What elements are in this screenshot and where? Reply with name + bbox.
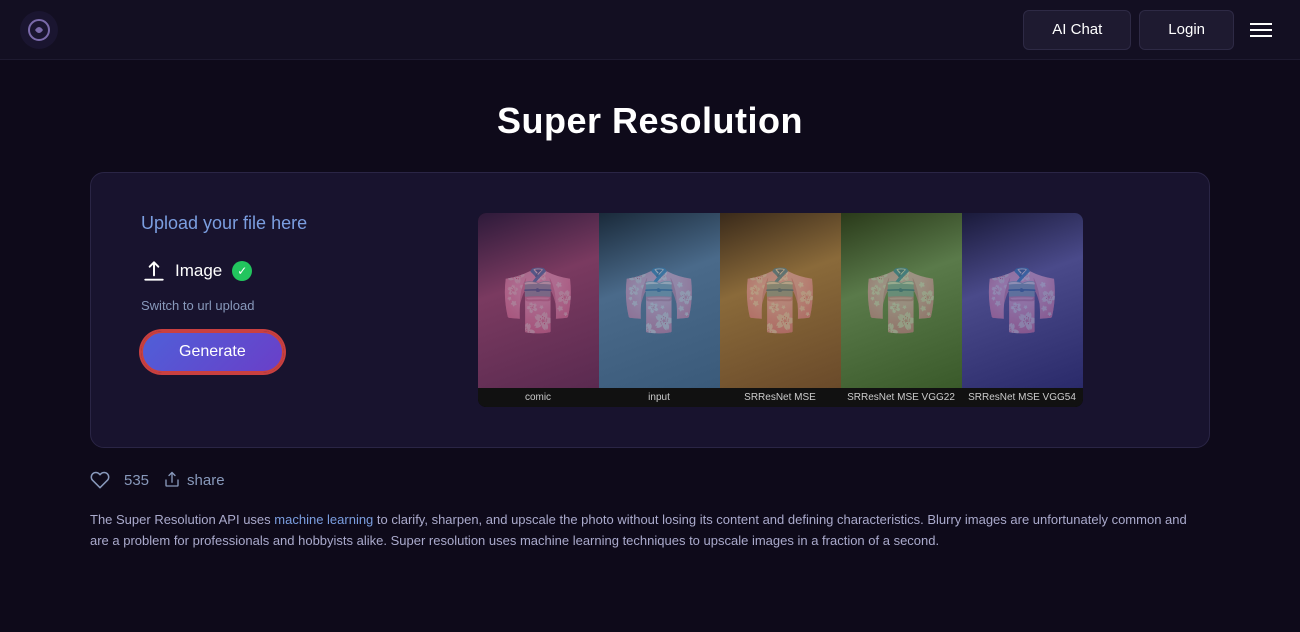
image-cell-input: 👘	[599, 213, 720, 388]
image-cell-srresnet-mse: 👘	[720, 213, 841, 388]
like-button[interactable]	[90, 470, 110, 490]
img-label-1: input	[599, 388, 720, 407]
upload-icon-wrap[interactable]: Image	[141, 258, 222, 284]
img-label-4: SRResNet MSE VGG54	[962, 388, 1083, 407]
image-strip: 👘 👘 👘 👘 👘 comic input SRResNet MSE	[478, 213, 1083, 407]
menu-bar-3	[1250, 35, 1272, 37]
description-text: The Super Resolution API uses machine le…	[90, 510, 1190, 552]
main-card: Upload your file here Image ✓ Switch to …	[90, 172, 1210, 448]
upload-label: Upload your file here	[141, 213, 307, 234]
anime-figure-1: 👘	[478, 213, 599, 388]
heart-icon	[90, 470, 110, 490]
bottom-section: 535 share The Super Resolution API uses …	[90, 448, 1210, 552]
image-row: Image ✓	[141, 258, 252, 284]
generate-button[interactable]: Generate	[141, 331, 284, 373]
anime-figure-4: 👘	[841, 213, 962, 388]
share-icon	[163, 471, 181, 489]
check-badge: ✓	[232, 261, 252, 281]
img-label-3: SRResNet MSE VGG22	[841, 388, 962, 407]
anime-figure-5: 👘	[962, 213, 1083, 388]
anime-figure-2: 👘	[599, 213, 720, 388]
anime-figure-3: 👘	[720, 213, 841, 388]
like-row: 535 share	[90, 470, 1210, 490]
image-cell-comic: 👘	[478, 213, 599, 388]
machine-learning-link[interactable]: machine learning	[274, 512, 373, 527]
share-button[interactable]: share	[163, 471, 225, 489]
login-button[interactable]: Login	[1139, 10, 1234, 50]
ai-chat-button[interactable]: AI Chat	[1023, 10, 1131, 50]
image-cell-srresnet-mse-vgg22: 👘	[841, 213, 962, 388]
img-label-2: SRResNet MSE	[720, 388, 841, 407]
like-count: 535	[124, 472, 149, 489]
page-title: Super Resolution	[0, 100, 1300, 142]
menu-bar-1	[1250, 23, 1272, 25]
img-labels-row: comic input SRResNet MSE SRResNet MSE VG…	[478, 388, 1083, 407]
share-label: share	[187, 472, 225, 489]
menu-bar-2	[1250, 29, 1272, 31]
navbar-right: AI Chat Login	[1023, 10, 1280, 50]
logo-icon[interactable]	[20, 11, 58, 49]
upload-panel: Upload your file here Image ✓ Switch to …	[141, 213, 341, 373]
navbar-left	[20, 11, 58, 49]
upload-icon	[141, 258, 167, 284]
page-title-section: Super Resolution	[0, 60, 1300, 172]
images-row: 👘 👘 👘 👘 👘	[478, 213, 1083, 388]
img-label-0: comic	[478, 388, 599, 407]
description-prefix: The Super Resolution API uses	[90, 512, 274, 527]
menu-button[interactable]	[1242, 15, 1280, 45]
image-cell-srresnet-mse-vgg54: 👘	[962, 213, 1083, 388]
image-label: Image	[175, 261, 222, 281]
navbar: AI Chat Login	[0, 0, 1300, 60]
switch-url-link[interactable]: Switch to url upload	[141, 298, 254, 313]
image-strip-wrapper: 👘 👘 👘 👘 👘 comic input SRResNet MSE	[401, 213, 1159, 407]
